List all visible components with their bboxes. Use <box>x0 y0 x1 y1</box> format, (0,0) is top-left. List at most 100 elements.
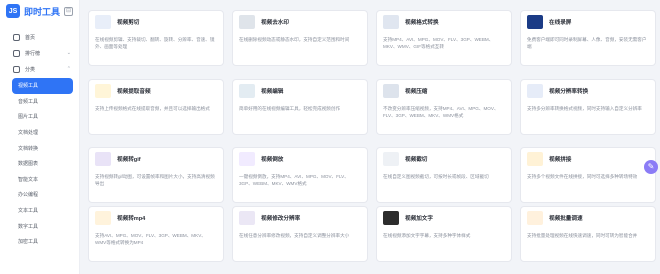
logo[interactable]: JS <box>6 4 20 18</box>
card-description: 支持多分辨率转换格式视频，同时支持输入自定义分辨率 <box>527 106 642 111</box>
category-video[interactable]: 视频工具 <box>12 78 73 94</box>
card-title: 视频格式转换 <box>405 20 439 26</box>
nav-ranking[interactable]: 排行榜 ⌄ <box>0 46 79 60</box>
card-head: 视频去水印 <box>239 15 361 29</box>
tool-card-video-reverse[interactable]: 视频倒放一键视频倒放，支持MP4、AVI、MPG、MOV、FLV、3GP、WEB… <box>232 147 368 203</box>
card-head: 视频转mp4 <box>95 211 217 225</box>
tool-card-video-format-convert[interactable]: 视频格式转换支持MP4、AVI、MPG、MOV、FLV、3GP、WEBM、MKV… <box>376 10 512 66</box>
category-number[interactable]: 数字工具 <box>0 218 79 234</box>
card-description: 支持MP4、AVI、MPG、MOV、FLV、3GP、WEBM、MKV、WMV、G… <box>383 37 494 49</box>
tool-card-screen-recorder[interactable]: 在线录屏免费客户端即可同时录制屏幕、人像、音频，安装无需客户端 <box>520 10 656 66</box>
tool-card-video-change-resolution[interactable]: 视频修改分辨率在线任意分辨率修改视频，支持自定义调整分辨率大小 <box>232 206 368 262</box>
card-title: 视频分辨率转换 <box>549 89 589 95</box>
video-resolution-convert-icon <box>527 84 543 98</box>
tool-card-video-remove-watermark[interactable]: 视频去水印在线删除视频动态或静态水印，支持自定义范围和时间 <box>232 10 368 66</box>
card-title: 视频去水印 <box>261 20 289 26</box>
tool-card-video-resolution-convert[interactable]: 视频分辨率转换支持多分辨率转换格式视频，同时支持输入自定义分辨率 <box>520 79 656 135</box>
brand-name[interactable]: 即时工具 <box>24 5 60 18</box>
chevron-down-icon: ⌄ <box>66 50 71 56</box>
category-smart-text[interactable]: 智能文本 <box>0 172 79 188</box>
category-office-code[interactable]: 办公编程 <box>0 187 79 203</box>
tool-card-video-crop[interactable]: 视频截切在线自定义图视频截切，可按时长或帧段、区域截切 <box>376 147 512 203</box>
card-description: 一键视频倒放，支持MP4、AVI、MPG、MOV、FLV、3GP、WEBM、MK… <box>239 174 349 186</box>
nav-category[interactable]: 分类 ⌃ <box>0 62 79 76</box>
screen-recorder-icon <box>527 15 543 29</box>
card-title: 视频截切 <box>405 157 428 163</box>
video-change-resolution-icon <box>239 211 255 225</box>
category-text[interactable]: 文本工具 <box>0 203 79 219</box>
tool-card-video-add-text[interactable]: 视频加文字在线视频添加文字字幕，支持多种字体样式 <box>376 206 512 262</box>
card-description: 在线视频添加文字字幕，支持多种字体样式 <box>383 233 471 238</box>
video-to-gif-icon <box>95 152 111 166</box>
card-title: 视频压缩 <box>405 89 428 95</box>
card-head: 视频倒放 <box>239 152 361 166</box>
card-head: 视频压缩 <box>383 84 505 98</box>
card-head: 视频剪切 <box>95 15 217 29</box>
video-add-text-icon <box>383 211 399 225</box>
card-description: 简单好用的在线视频编辑工具，轻松完成视频创作 <box>239 106 341 111</box>
card-description: 不改变分辨率压缩视频，支持MP4、AVI、MPG、MOV、FLV、3GP、WEB… <box>383 106 499 118</box>
chevron-up-icon: ⌃ <box>66 66 71 72</box>
card-head: 视频截切 <box>383 152 505 166</box>
category-doc-process[interactable]: 文档处理 <box>0 125 79 141</box>
video-batch-speed-icon <box>527 211 543 225</box>
main-nav: 首页 排行榜 ⌄ 分类 ⌃ <box>0 30 79 76</box>
feedback-icon[interactable]: ✎ <box>644 160 658 174</box>
tool-card-video-extract-audio[interactable]: 视频提取音频支持上传视频格式在线提取音频，并且可以选择输出格式 <box>88 79 224 135</box>
tool-card-video-to-gif[interactable]: 视频转gif 支持视频转gif动图，可设置帧率和图片大小，支持高清视频导出 <box>88 147 224 203</box>
card-head: 视频格式转换 <box>383 15 505 29</box>
card-description: 支持视频转gif动图，可设置帧率和图片大小，支持高清视频导出 <box>95 174 215 186</box>
grid-icon <box>13 65 20 73</box>
card-title: 视频批量调速 <box>549 216 583 222</box>
video-merge-icon <box>527 152 543 166</box>
video-editor-icon <box>239 84 255 98</box>
tool-card-video-batch-speed[interactable]: 视频批量调速支持批量处理视频在线快速调速，同时可转为智能合并 <box>520 206 656 262</box>
tool-card-video-compress[interactable]: 视频压缩不改变分辨率压缩视频，支持MP4、AVI、MPG、MOV、FLV、3GP… <box>376 79 512 135</box>
card-head: 视频分辨率转换 <box>527 84 649 98</box>
category-list: 视频工具 音频工具 图片工具 文档处理 文档转换 数据图表 智能文本 办公编程 … <box>0 78 79 250</box>
card-description: 支持多个视频文件在线拼接，同时可选择多种转场特效 <box>527 174 638 179</box>
home-icon <box>13 33 20 41</box>
card-description: 支持AVI、MPG、MOV、FLV、3GP、WEBM、MKV、WMV等格式转换为… <box>95 233 206 245</box>
tool-card-video-merge[interactable]: 视频拼接支持多个视频文件在线拼接，同时可选择多种转场特效 <box>520 147 656 203</box>
card-description: 在线任意分辨率修改视频，支持自定义调整分辨率大小 <box>239 233 350 238</box>
tool-card-video-editor[interactable]: 视频编辑简单好用的在线视频编辑工具，轻松完成视频创作 <box>232 79 368 135</box>
card-head: 视频修改分辨率 <box>239 211 361 225</box>
card-title: 视频提取音频 <box>117 89 151 95</box>
video-cut-icon <box>95 15 111 29</box>
card-head: 视频提取音频 <box>95 84 217 98</box>
card-title: 视频剪切 <box>117 20 140 26</box>
video-extract-audio-icon <box>95 84 111 98</box>
card-title: 视频加文字 <box>405 216 433 222</box>
category-encrypt[interactable]: 加密工具 <box>0 234 79 250</box>
tool-card-video-cut[interactable]: 视频剪切在线视频剪辑、支持裁切、翻转、旋转、分辨率、音速、镜外、画面等处理 <box>88 10 224 66</box>
card-title: 视频编辑 <box>261 89 284 95</box>
card-head: 视频转gif <box>95 152 217 166</box>
card-title: 在线录屏 <box>549 20 572 26</box>
card-description: 在线自定义图视频截切，可按时长或帧段、区域截切 <box>383 174 489 179</box>
sidebar: JS 即时工具 ⊟ 首页 排行榜 ⌄ 分类 ⌃ 视频工具 音频工具 图片工具 文… <box>0 0 80 274</box>
video-compress-icon <box>383 84 399 98</box>
card-head: 视频拼接 <box>527 152 649 166</box>
card-description: 支持上传视频格式在线提取音频，并且可以选择输出格式 <box>95 106 210 111</box>
card-description: 免费客户端即可同时录制屏幕、人像、音频，安装无需客户端 <box>527 37 647 49</box>
collapse-sidebar-icon[interactable]: ⊟ <box>64 6 73 16</box>
video-reverse-icon <box>239 152 255 166</box>
ranking-icon <box>13 49 20 57</box>
card-description: 在线删除视频动态或静态水印，支持自定义范围和时间 <box>239 37 350 42</box>
tool-card-video-to-mp4[interactable]: 视频转mp4 支持AVI、MPG、MOV、FLV、3GP、WEBM、MKV、WMV… <box>88 206 224 262</box>
category-audio[interactable]: 音频工具 <box>0 94 79 110</box>
card-head: 视频批量调速 <box>527 211 649 225</box>
category-doc-convert[interactable]: 文档转换 <box>0 140 79 156</box>
nav-ranking-label: 排行榜 <box>25 50 41 57</box>
card-head: 视频编辑 <box>239 84 361 98</box>
card-description: 在线视频剪辑、支持裁切、翻转、旋转、分辨率、音速、镜外、画面等处理 <box>95 37 215 49</box>
card-description: 支持批量处理视频在线快速调速，同时可转为智能合并 <box>527 233 638 238</box>
card-head: 在线录屏 <box>527 15 649 29</box>
category-charts[interactable]: 数据图表 <box>0 156 79 172</box>
card-title: 视频转gif <box>117 157 141 163</box>
nav-home[interactable]: 首页 <box>0 30 79 44</box>
brand: JS 即时工具 ⊟ <box>0 0 79 22</box>
card-title: 视频修改分辨率 <box>261 216 301 222</box>
category-image[interactable]: 图片工具 <box>0 109 79 125</box>
